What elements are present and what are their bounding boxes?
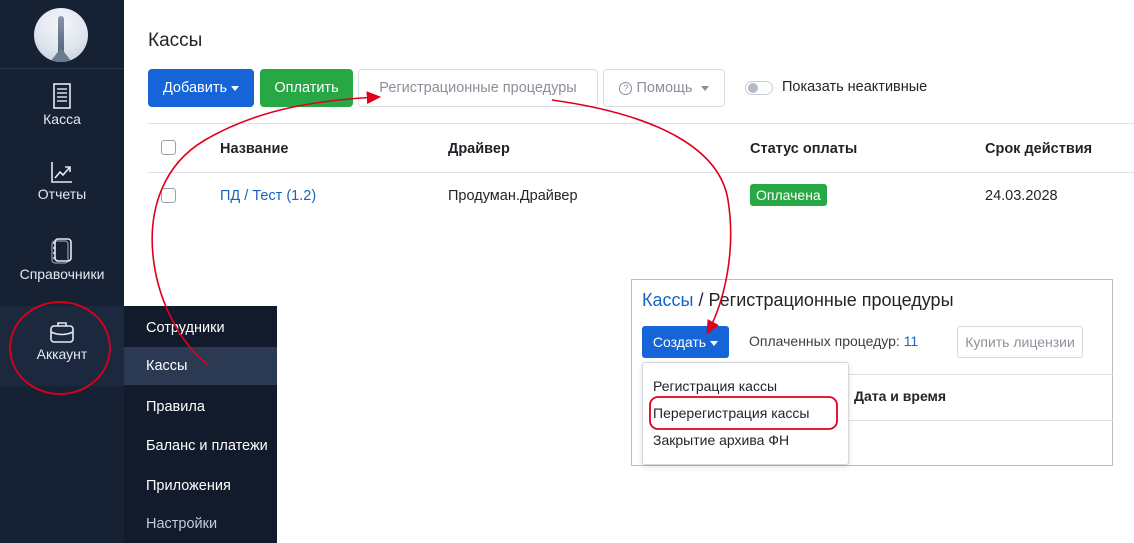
panel-table-border [847,374,1113,375]
breadcrumb-current: Регистрационные процедуры [708,290,954,310]
sidebar-item-account[interactable]: Аккаунт [0,306,124,386]
add-button[interactable]: Добавить [148,69,254,107]
caret-down-icon [710,340,719,346]
status-badge: Оплачена [750,184,827,206]
create-button-label: Создать [652,334,707,350]
caret-down-icon [700,85,709,91]
column-header-datetime[interactable]: Дата и время [854,388,946,404]
submenu-item-balance[interactable]: Баланс и платежи [124,427,277,465]
column-header-payment-status[interactable]: Статус оплаты [750,141,857,157]
menu-item-registration[interactable]: Регистрация кассы [643,375,848,397]
select-all-checkbox[interactable] [161,140,176,155]
sidebar-divider [0,68,124,69]
book-icon [51,238,72,264]
help-button-label: Помощь [636,80,693,96]
breadcrumb-kassy-link[interactable]: Кассы [642,290,693,310]
buy-licenses-button[interactable]: Купить лицензии [957,326,1083,358]
submenu-item-settings[interactable]: Настройки [124,505,277,543]
chart-icon [51,162,72,183]
caret-down-icon [231,85,240,91]
column-header-expiry[interactable]: Срок действия [985,141,1092,157]
pay-button[interactable]: Оплатить [260,69,353,107]
avatar[interactable] [34,8,88,62]
help-icon: ? [619,81,633,95]
sidebar-item-label: Касса [43,111,81,127]
paid-procedures-count[interactable]: 11 [904,333,919,349]
registration-procedures-button[interactable]: Регистрационные процедуры [358,69,598,107]
menu-item-reregistration[interactable]: Перерегистрация кассы [643,402,848,424]
sidebar-item-label: Отчеты [37,186,87,202]
tower-base-image [50,48,72,62]
registration-procedures-panel: Кассы / Регистрационные процедуры Создат… [631,279,1113,466]
account-submenu: Сотрудники Кассы Правила Баланс и платеж… [124,306,277,543]
row-checkbox[interactable] [161,188,176,203]
sidebar-item-label: Справочники [19,266,105,282]
column-header-driver[interactable]: Драйвер [448,141,510,157]
column-header-name[interactable]: Название [220,141,288,157]
paid-procedures-label: Оплаченных процедур: [749,333,904,349]
driver-cell: Продуман.Драйвер [448,188,578,204]
add-button-label: Добавить [162,80,228,96]
sidebar: Касса Отчеты Справочники Аккаунт [0,0,124,543]
create-button[interactable]: Создать [642,326,729,358]
breadcrumb: Кассы / Регистрационные процедуры [642,290,954,311]
menu-item-close-fn-archive[interactable]: Закрытие архива ФН [643,429,848,451]
receipt-icon [53,83,71,109]
show-inactive-toggle[interactable] [745,81,773,95]
breadcrumb-separator: / [693,290,709,310]
submenu-item-rules[interactable]: Правила [124,388,277,426]
submenu-item-employees[interactable]: Сотрудники [124,309,277,347]
table-top-border [148,123,1134,124]
kassa-name-link[interactable]: ПД / Тест (1.2) [220,188,316,204]
expiry-cell: 24.03.2028 [985,188,1058,204]
create-dropdown-menu: Регистрация кассы Перерегистрация кассы … [642,362,849,465]
briefcase-icon [50,322,74,343]
toggle-knob [748,83,758,93]
submenu-item-kassy[interactable]: Кассы [124,347,277,385]
sidebar-item-reports[interactable]: Отчеты [0,160,124,202]
table-header-border [148,172,1134,173]
app-root: Касса Отчеты Справочники Аккаунт Сотрудн… [0,0,1134,543]
submenu-item-apps[interactable]: Приложения [124,467,277,505]
page-title: Кассы [148,30,203,51]
sidebar-item-kassa[interactable]: Касса [0,83,124,127]
show-inactive-label: Показать неактивные [782,79,928,95]
help-button[interactable]: ? Помощь [603,69,725,107]
sidebar-item-directories[interactable]: Справочники [0,238,124,282]
paid-procedures-counter: Оплаченных процедур: 11 [749,333,918,349]
panel-table-header-border [847,420,1113,421]
sidebar-item-label: Аккаунт [36,346,88,362]
